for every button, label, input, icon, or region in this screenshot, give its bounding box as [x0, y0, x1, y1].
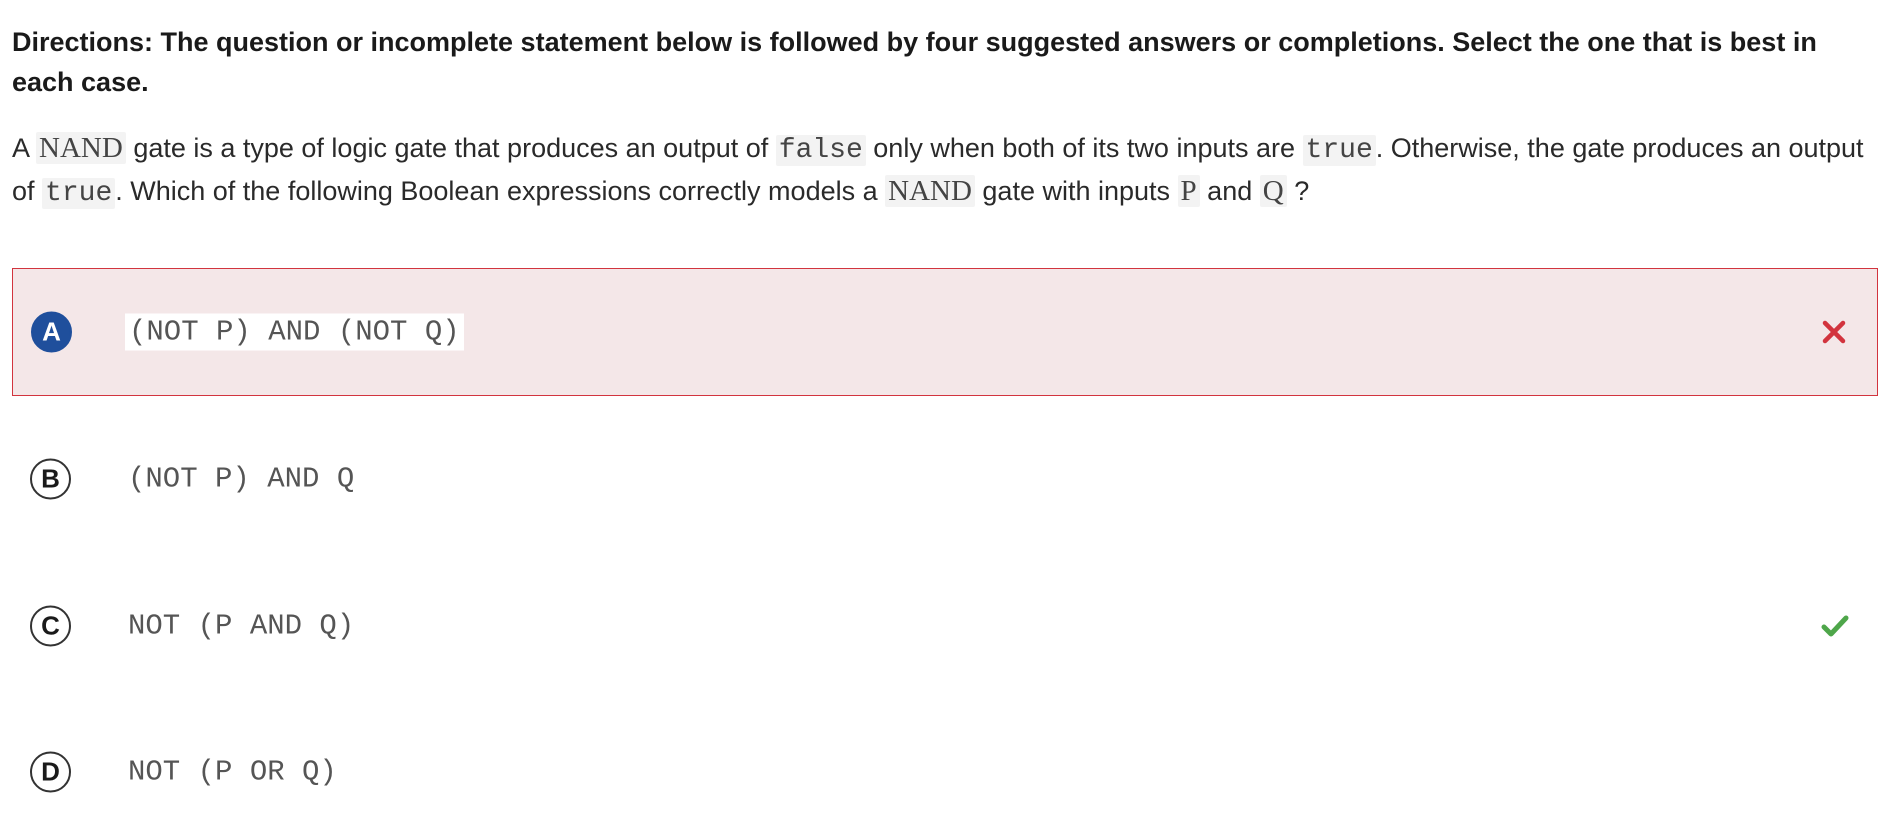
- code-false: false: [775, 135, 866, 166]
- check-icon: [1821, 615, 1849, 637]
- stem-text: only when both of its two inputs are: [865, 133, 1303, 163]
- answer-choice-b[interactable]: B (NOT P) AND Q: [12, 415, 1878, 543]
- x-icon: [1822, 320, 1846, 344]
- answer-choice-d[interactable]: D NOT (P OR Q): [12, 708, 1878, 836]
- code-nand: NAND: [885, 175, 975, 207]
- directions-text: Directions: The question or incomplete s…: [12, 27, 1817, 97]
- code-nand: NAND: [36, 132, 126, 164]
- choice-letter-c[interactable]: C: [30, 605, 71, 647]
- code-p: P: [1177, 175, 1200, 207]
- answer-choice-c[interactable]: C NOT (P AND Q): [12, 562, 1878, 690]
- choice-text-c: NOT (P AND Q): [128, 609, 355, 643]
- stem-text: ?: [1286, 176, 1310, 206]
- question-stem: A NAND gate is a type of logic gate that…: [12, 128, 1882, 214]
- answer-choice-a[interactable]: A (NOT P) AND (NOT Q): [12, 268, 1878, 396]
- choice-letter-d[interactable]: D: [30, 751, 71, 793]
- choice-letter-a[interactable]: A: [31, 311, 72, 353]
- code-true: true: [1302, 135, 1376, 166]
- stem-text: . Which of the following Boolean express…: [115, 176, 886, 206]
- choice-text-d: NOT (P OR Q): [128, 755, 337, 789]
- code-q: Q: [1259, 175, 1287, 207]
- stem-text: and: [1199, 176, 1260, 206]
- stem-text: gate with inputs: [974, 176, 1178, 206]
- stem-text: gate is a type of logic gate that produc…: [125, 133, 776, 163]
- choice-letter-b[interactable]: B: [30, 458, 71, 500]
- code-true: true: [42, 178, 116, 209]
- choice-text-a: (NOT P) AND (NOT Q): [125, 313, 464, 351]
- stem-text: A: [12, 133, 37, 163]
- choice-text-b: (NOT P) AND Q: [128, 462, 355, 496]
